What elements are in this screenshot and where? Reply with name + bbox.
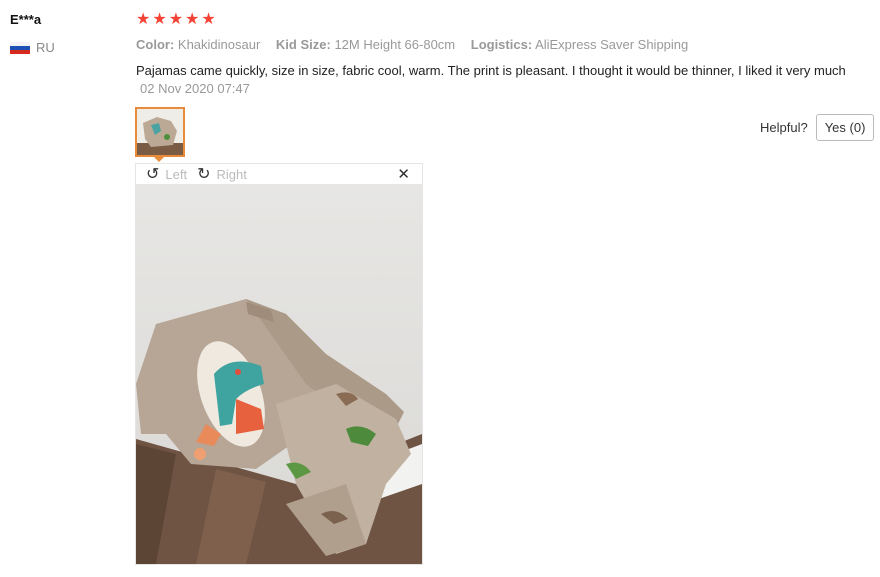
rotate-left-label: Left [165,166,188,182]
rotate-right-icon: ↻ [197,166,211,183]
helpful-label: Helpful? [760,120,808,135]
rotate-left-button[interactable]: ↺ Left [146,164,187,184]
russia-flag-icon [10,41,30,54]
star-rating: ★ ★ ★ ★ ★ [136,11,216,29]
color-value: Khakidinosaur [177,37,261,52]
star-icon: ★ [185,11,200,28]
star-icon: ★ [168,11,184,28]
helpful-yes-button[interactable]: Yes (0) [815,114,875,141]
star-icon: ★ [136,11,151,28]
star-icon: ★ [152,11,167,28]
size-label: Kid Size: [275,37,331,52]
review-text: Pajamas came quickly, size in size, fabr… [136,63,846,78]
viewer-toolbar: ↺ Left ↻ Right ✕ [136,164,422,184]
thumbnail-pointer [152,155,166,162]
country-code: RU [36,40,55,55]
reviewer-country: RU [10,40,55,55]
order-details: Color: Khakidinosaur Kid Size: 12M Heigh… [136,37,700,52]
logistics-label: Logistics: [470,37,533,52]
review-photo-thumbnail[interactable] [135,107,185,157]
photo-viewer: ↺ Left ↻ Right ✕ [135,163,423,565]
review-date: 02 Nov 2020 07:47 [140,81,250,96]
pajamas-thumbnail-image [137,109,183,155]
close-icon[interactable]: ✕ [397,165,410,183]
logistics-value: AliExpress Saver Shipping [535,37,689,52]
rotate-right-button[interactable]: ↻ Right [197,164,247,184]
rotate-left-icon: ↺ [146,166,160,183]
size-value: 12M Height 66-80cm [334,37,456,52]
color-label: Color: [136,37,175,52]
review-photo-large [136,184,422,564]
rotate-right-label: Right [216,166,247,182]
reviewer-name: E***a [10,12,42,27]
star-icon: ★ [201,11,216,28]
review-body: Pajamas came quickly, size in size, fabr… [136,62,856,98]
helpful-section: Helpful? Yes (0) [760,114,875,141]
